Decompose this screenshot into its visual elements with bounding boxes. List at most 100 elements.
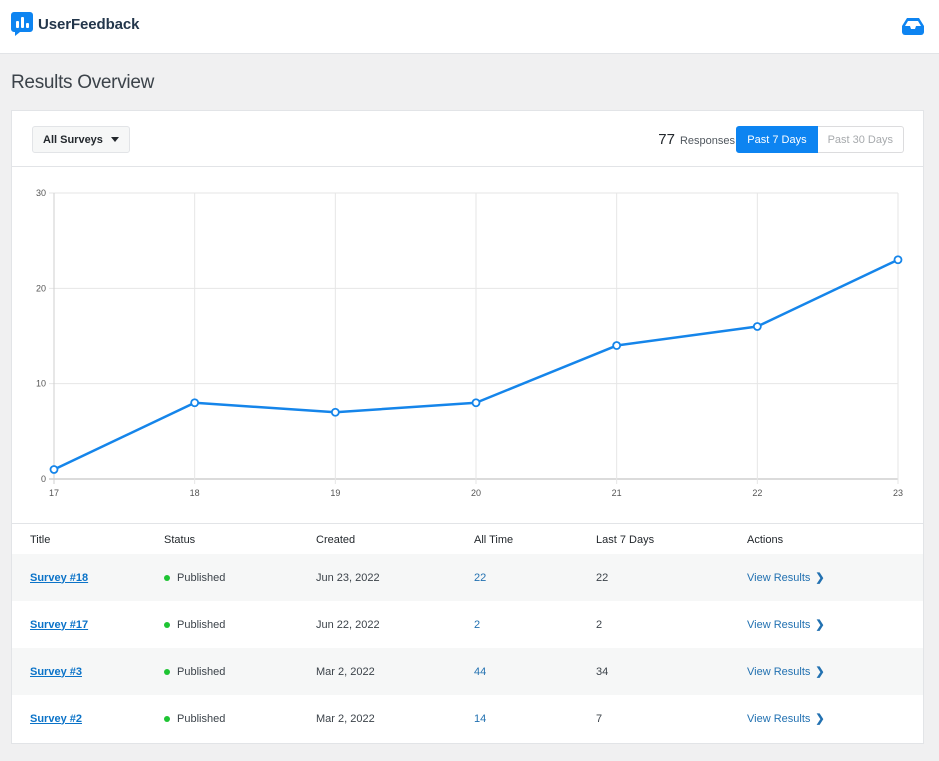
column-header-status: Status [164,534,196,546]
chevron-right-icon: ❯ [815,713,825,725]
table-header-row: Title Status Created All Time Last 7 Day… [12,524,923,554]
cell-created: Mar 2, 2022 [316,648,474,695]
cell-all-time: 44 [474,648,596,695]
status-text: Published [177,618,226,631]
data-point[interactable] [49,465,59,474]
chevron-right-icon: ❯ [815,572,825,584]
y-tick-label: 10 [36,379,46,389]
cell-status: Published [164,695,316,742]
all-time-link[interactable]: 22 [474,572,486,584]
app-name: UserFeedback [38,15,140,33]
y-axis-ticks: 0 10 20 30 [36,188,46,484]
column-header-title: Title [30,534,51,546]
survey-select-dropdown[interactable]: All Surveys [32,126,130,153]
status-dot-icon [164,715,170,722]
cell-title: Survey #18 [12,554,164,601]
data-point[interactable] [190,398,200,408]
all-time-link[interactable]: 44 [474,666,486,678]
view-results-link[interactable]: View Results ❯ [747,571,825,585]
status-dot-icon [164,668,170,675]
cell-all-time: 2 [474,601,596,648]
responses-summary: 77 Responses [658,131,735,148]
data-point[interactable] [471,398,481,408]
cell-actions: View Results ❯ [747,601,923,648]
data-point[interactable] [612,341,622,350]
view-results-link[interactable]: View Results ❯ [747,712,825,726]
column-header-last-7-days: Last 7 Days [596,534,655,546]
survey-title-link[interactable]: Survey #17 [30,619,88,631]
x-tick-label: 19 [330,488,340,498]
caret-down-icon [110,137,119,142]
data-point[interactable] [752,322,762,331]
status-text: Published [177,665,226,678]
cell-actions: View Results ❯ [747,648,923,695]
table-row: Survey #18 Published Jun 23, 2022 22 22 View … [12,554,923,601]
inbox-tray-icon[interactable] [902,17,924,35]
cell-status: Published [164,648,316,695]
status-text: Published [177,571,226,584]
survey-title-link[interactable]: Survey #3 [30,666,82,678]
chart-grid [49,192,899,484]
cell-status: Published [164,554,316,601]
cell-status: Published [164,601,316,648]
cell-all-time: 22 [474,554,596,601]
view-results-label: View Results [747,665,811,678]
status-text: Published [177,712,226,725]
view-results-link[interactable]: View Results ❯ [747,618,825,632]
column-header-actions: Actions [747,534,784,546]
x-tick-label: 21 [612,488,622,498]
cell-last-7-days: 7 [596,712,603,725]
status-dot-icon [164,621,170,628]
results-card: All Surveys 77 Responses Past 7 Days Pas… [11,110,924,744]
view-results-label: View Results [747,618,811,631]
cell-created: Jun 23, 2022 [316,554,474,601]
y-tick-label: 30 [36,188,46,198]
status-dot-icon [164,574,170,581]
date-range-toggle: Past 7 Days Past 30 Days [736,126,904,153]
past-7-days-button[interactable]: Past 7 Days [736,126,818,153]
page-title: Results Overview [11,72,155,93]
survey-title-link[interactable]: Survey #2 [30,713,82,725]
data-point[interactable] [330,407,340,417]
column-header-created: Created [316,534,356,546]
top-bar: UserFeedback [0,0,939,54]
x-axis-ticks: 17 18 19 20 21 22 23 [49,488,903,498]
y-tick-label: 20 [36,283,46,293]
cell-last-7-days: 2 [596,618,603,631]
cell-created: Mar 2, 2022 [316,712,375,725]
x-tick-label: 22 [752,488,762,498]
all-time-link[interactable]: 2 [474,619,480,631]
chevron-right-icon: ❯ [815,666,825,678]
responses-line-chart: 0 10 20 30 17 18 19 20 21 22 23 [12,168,923,523]
view-results-label: View Results [747,571,811,584]
app-logo[interactable]: UserFeedback [11,12,139,36]
view-results-label: View Results [747,712,811,725]
cell-title: Survey #2 [12,695,164,742]
table-row: Survey #2 Published Mar 2, 2022 14 7 View Res… [12,695,923,742]
cell-actions: View Results ❯ [747,554,923,601]
x-tick-label: 18 [190,488,200,498]
cell-last-7-days: 22 [596,554,747,601]
cell-title: Survey #3 [12,648,164,695]
logo-icon [11,12,33,36]
surveys-table: Title Status Created All Time Last 7 Day… [12,523,923,742]
table-row: Survey #17 Published Jun 22, 2022 2 2 View Re… [12,601,923,648]
cell-last-7-days: 34 [596,648,747,695]
data-point[interactable] [893,255,903,265]
column-header-all-time: All Time [474,534,514,546]
card-toolbar: All Surveys 77 Responses Past 7 Days Pas… [12,111,923,167]
x-tick-label: 20 [471,488,481,498]
cell-created: Jun 22, 2022 [316,618,380,631]
y-tick-label: 0 [41,474,46,484]
survey-select-label: All Surveys [43,133,103,146]
cell-actions: View Results ❯ [747,695,923,742]
all-time-link[interactable]: 14 [474,713,486,725]
x-tick-label: 23 [893,488,903,498]
past-30-days-button[interactable]: Past 30 Days [817,126,904,153]
chevron-right-icon: ❯ [815,619,825,631]
cell-all-time: 14 [474,695,596,742]
survey-title-link[interactable]: Survey #18 [30,572,88,584]
view-results-link[interactable]: View Results ❯ [747,665,825,679]
x-tick-label: 17 [49,488,59,498]
responses-label: Responses [679,135,735,147]
